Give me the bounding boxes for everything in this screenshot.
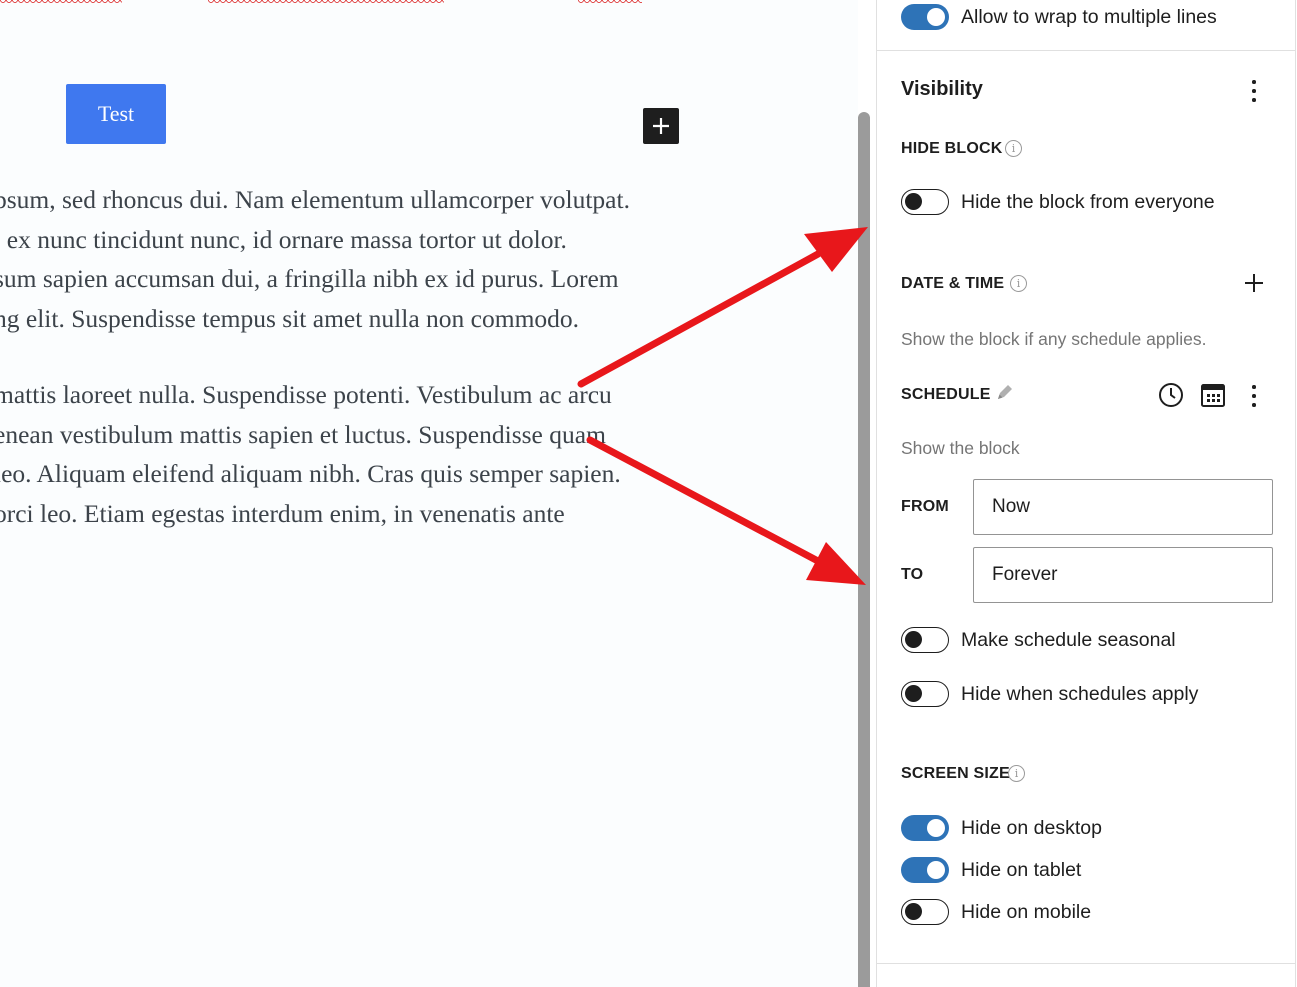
calendar-icon <box>1201 384 1225 407</box>
seasonal-toggle-label: Make schedule seasonal <box>961 629 1176 651</box>
paragraph-line: leo. Aliquam eleifend aliquam nibh. Cras… <box>0 459 621 489</box>
test-button-label: Test <box>97 101 135 126</box>
pencil-icon <box>998 385 1012 399</box>
visibility-options-icon[interactable] <box>1251 80 1257 104</box>
screen-size-info-icon[interactable]: i <box>1008 765 1025 782</box>
paragraph-block[interactable]: psum, sed rhoncus dui. Nam elementum ull… <box>0 180 694 339</box>
from-value: Now <box>992 496 1031 517</box>
screen-size-heading: SCREEN SIZE <box>901 765 1010 782</box>
to-label: TO <box>901 566 924 583</box>
seasonal-toggle[interactable] <box>901 627 949 653</box>
divider <box>877 963 1295 964</box>
from-label: FROM <box>901 498 949 515</box>
plus-icon <box>653 118 669 134</box>
spellcheck-underline <box>208 0 444 5</box>
plus-icon <box>1245 274 1263 292</box>
hide-on-mobile-label: Hide on mobile <box>961 901 1092 923</box>
wrap-toggle[interactable] <box>901 4 949 30</box>
hide-on-tablet-toggle[interactable] <box>901 857 949 883</box>
from-field[interactable]: Now <box>973 479 1273 535</box>
time-button[interactable] <box>1158 382 1184 408</box>
hide-on-tablet-label: Hide on tablet <box>961 859 1082 881</box>
to-field[interactable]: Forever <box>973 547 1273 603</box>
hide-on-desktop-toggle[interactable] <box>901 815 949 841</box>
date-time-description: Show the block if any schedule applies. <box>901 329 1207 349</box>
spellcheck-underline <box>0 0 122 5</box>
add-block-button[interactable] <box>643 108 679 144</box>
info-glyph: i <box>1011 142 1016 155</box>
hide-block-toggle[interactable] <box>901 189 949 215</box>
schedule-options-icon[interactable] <box>1251 385 1257 409</box>
paragraph-line: ng elit. Suspendisse tempus sit amet nul… <box>0 304 580 334</box>
paragraph-line: mattis laoreet nulla. Suspendisse potent… <box>0 380 612 409</box>
hide-on-mobile-toggle[interactable] <box>901 899 949 925</box>
to-value: Forever <box>992 564 1058 585</box>
test-button[interactable]: Test <box>66 84 166 144</box>
calendar-button[interactable] <box>1200 382 1226 408</box>
hide-block-toggle-label: Hide the block from everyone <box>961 191 1215 213</box>
add-schedule-button[interactable] <box>1243 272 1265 294</box>
date-time-heading: DATE & TIME <box>901 275 1005 292</box>
edit-schedule-name-icon[interactable] <box>995 384 1013 402</box>
editor-canvas[interactable]: Test psum, sed rhoncus dui. Nam elementu… <box>0 0 858 987</box>
editor-scrollbar[interactable] <box>858 112 870 987</box>
info-glyph: i <box>1016 277 1021 290</box>
paragraph-line: psum, sed rhoncus dui. Nam elementum ull… <box>0 185 630 214</box>
visibility-panel-title: Visibility <box>901 78 983 100</box>
hide-on-desktop-label: Hide on desktop <box>961 817 1102 839</box>
spellcheck-underline <box>578 0 642 5</box>
hide-when-schedules-apply-label: Hide when schedules apply <box>961 683 1199 705</box>
info-glyph: i <box>1014 767 1019 780</box>
date-time-info-icon[interactable]: i <box>1010 275 1027 292</box>
clock-icon <box>1159 383 1183 407</box>
hide-block-info-icon[interactable]: i <box>1005 140 1022 157</box>
settings-sidebar: Allow to wrap to multiple lines Visibili… <box>876 0 1296 987</box>
divider <box>877 50 1295 51</box>
wrap-toggle-label: Allow to wrap to multiple lines <box>961 6 1217 28</box>
paragraph-line: sum sapien accumsan dui, a fringilla nib… <box>0 264 619 294</box>
paragraph-line: orci leo. Etiam egestas interdum enim, i… <box>0 499 565 529</box>
paragraph-line: enean vestibulum mattis sapien et luctus… <box>0 419 606 449</box>
paragraph-block[interactable]: mattis laoreet nulla. Suspendisse potent… <box>0 375 694 534</box>
hide-when-schedules-apply-toggle[interactable] <box>901 681 949 707</box>
paragraph-line: , ex nunc tincidunt nunc, id ornare mass… <box>0 224 567 254</box>
hide-block-heading: HIDE BLOCK <box>901 140 1003 157</box>
schedule-description: Show the block <box>901 438 1020 458</box>
schedule-heading: SCHEDULE <box>901 386 991 403</box>
